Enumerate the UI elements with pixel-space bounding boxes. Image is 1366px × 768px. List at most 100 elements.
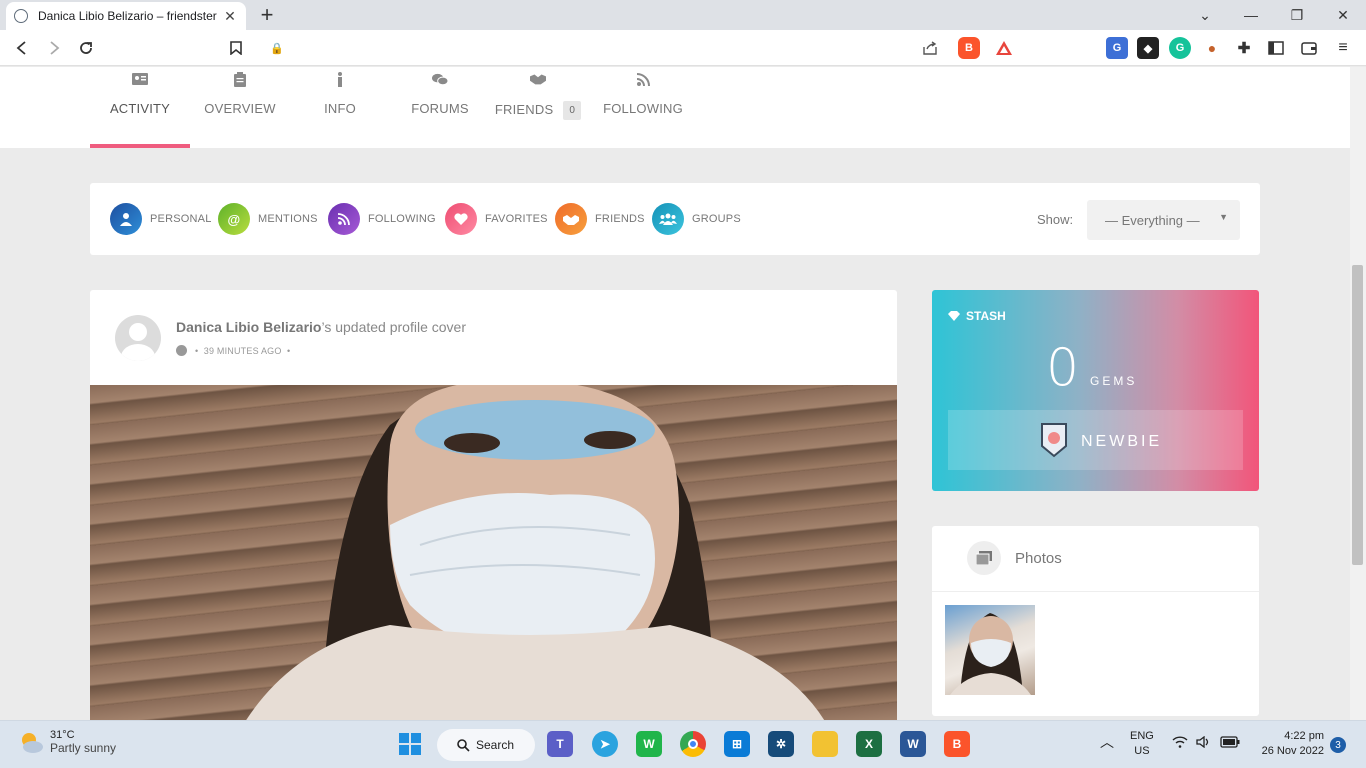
profile-nav: ACTIVITY OVERVIEW INFO FORUMS FRIENDS 0 [0, 67, 1350, 148]
wifi-icon[interactable] [1172, 736, 1188, 753]
photos-divider [932, 591, 1259, 592]
word-icon[interactable]: W [900, 731, 926, 757]
nav-following-label: FOLLOWING [603, 101, 683, 116]
activity-post: Danica Libio Belizario’s updated profile… [90, 290, 897, 720]
page-scrollbar[interactable] [1350, 67, 1366, 720]
reload-button[interactable] [74, 36, 98, 60]
translate-extension-icon[interactable]: G [1106, 37, 1128, 59]
bookmark-icon [230, 41, 242, 55]
bookmark-button[interactable] [224, 36, 248, 60]
volume-icon[interactable] [1196, 735, 1212, 753]
photos-widget: Photos [932, 526, 1259, 716]
taskbar-search[interactable]: Search [437, 729, 535, 761]
wechat-icon[interactable]: W [636, 731, 662, 757]
back-button[interactable] [10, 36, 34, 60]
cover-photo-illustration [246, 385, 825, 720]
new-tab-button[interactable]: + [256, 3, 278, 27]
teams-icon[interactable]: T [547, 731, 573, 757]
search-icon [457, 738, 470, 752]
taskbar-search-label: Search [476, 738, 515, 752]
app-icon[interactable]: ✲ [768, 731, 794, 757]
chevron-down-icon: ▼ [1219, 212, 1228, 222]
address-bar[interactable]: 🔒 [258, 34, 948, 62]
filter-groups[interactable]: GROUPS [652, 203, 741, 235]
handshake-icon [530, 71, 546, 87]
edge-app-icon[interactable]: ⊞ [724, 731, 750, 757]
sidebar-toggle-icon[interactable] [1265, 37, 1287, 59]
filter-personal[interactable]: PERSONAL [110, 203, 212, 235]
temperature: 31°C [50, 729, 75, 741]
excel-icon[interactable]: X [856, 731, 882, 757]
cookie-extension-icon[interactable]: ● [1201, 37, 1223, 59]
group-icon [652, 203, 684, 235]
nav-forums-label: FORUMS [411, 101, 469, 116]
brave-shields-icon[interactable]: B [958, 37, 980, 59]
show-select-value: — Everything — [1105, 212, 1200, 228]
nav-activity-label: ACTIVITY [109, 101, 171, 116]
chrome-icon[interactable] [680, 731, 706, 757]
filter-following[interactable]: FOLLOWING [328, 203, 436, 235]
reload-icon [80, 42, 92, 54]
stash-header: STASH [948, 309, 1006, 323]
filter-favorites[interactable]: FAVORITES [445, 203, 548, 235]
filter-following-label: FOLLOWING [368, 213, 436, 225]
show-label: Show: [1037, 212, 1074, 227]
brave-browser-icon[interactable]: B [944, 731, 970, 757]
wallet-icon[interactable] [1298, 37, 1320, 59]
clock[interactable]: 4:22 pm 26 Nov 2022 [1254, 729, 1324, 759]
tab-search-icon[interactable]: ⌄ [1182, 0, 1228, 30]
minimize-button[interactable]: — [1228, 0, 1274, 30]
brave-rewards-icon[interactable] [993, 37, 1015, 59]
windows-start-icon[interactable] [397, 731, 423, 757]
battery-icon[interactable] [1220, 736, 1240, 753]
nav-info[interactable]: INFO [290, 67, 390, 148]
page-content: ACTIVITY OVERVIEW INFO FORUMS FRIENDS 0 [0, 67, 1350, 720]
nav-activity[interactable]: ACTIVITY [90, 67, 190, 148]
browser-tab-bar: Danica Libio Belizario – friendster ✕ + … [0, 0, 1366, 30]
ninja-extension-icon[interactable]: ◆ [1137, 37, 1159, 59]
language-indicator[interactable]: ENG US [1130, 729, 1154, 759]
nav-friends[interactable]: FRIENDS 0 [490, 67, 586, 148]
post-author-link[interactable]: Danica Libio Belizario [176, 319, 321, 335]
taskbar: 31°C Partly sunny Search T ➤ W ⊞ ✲ X W B… [0, 720, 1366, 768]
id-card-icon [132, 71, 148, 87]
browser-toolbar: 🔒 B G ◆ G ● ✚ ≡ [0, 30, 1366, 66]
share-icon [923, 41, 937, 55]
extensions-puzzle-icon[interactable]: ✚ [1233, 37, 1255, 59]
photos-title: Photos [1015, 550, 1062, 567]
filter-friends[interactable]: FRIENDS [555, 203, 645, 235]
tray-chevron-up-icon[interactable]: ︿ [1100, 735, 1114, 750]
nav-forums[interactable]: FORUMS [390, 67, 490, 148]
lang-line-1: ENG [1130, 730, 1154, 742]
post-cover-photo[interactable] [90, 385, 897, 720]
photo-thumbnail[interactable] [945, 605, 1035, 695]
forward-button[interactable] [42, 36, 66, 60]
filter-mentions[interactable]: @ MENTIONS [218, 203, 318, 235]
maximize-button[interactable]: ❐ [1274, 0, 1320, 30]
site-favicon-icon [14, 9, 28, 23]
file-explorer-icon[interactable] [812, 731, 838, 757]
share-button[interactable] [918, 36, 942, 60]
friends-count-badge: 0 [563, 101, 582, 120]
avatar[interactable] [115, 315, 161, 361]
info-icon [332, 71, 348, 87]
partly-sunny-icon [22, 733, 43, 753]
post-time[interactable]: 39 MINUTES AGO [204, 346, 282, 356]
browser-tab[interactable]: Danica Libio Belizario – friendster ✕ [6, 2, 246, 30]
close-tab-icon[interactable]: ✕ [222, 8, 238, 25]
nav-following[interactable]: FOLLOWING [593, 67, 693, 148]
scrollbar-thumb[interactable] [1352, 265, 1363, 565]
notification-badge[interactable]: 3 [1330, 737, 1346, 753]
chat-bubbles-icon [432, 71, 448, 87]
show-select[interactable]: — Everything — ▼ [1087, 200, 1240, 240]
grammarly-extension-icon[interactable]: G [1169, 37, 1191, 59]
weather-widget[interactable]: 31°C Partly sunny [18, 729, 116, 755]
active-tab-indicator [90, 144, 190, 148]
nav-overview[interactable]: OVERVIEW [190, 67, 290, 148]
filter-groups-label: GROUPS [692, 213, 741, 225]
nav-friends-wrap: FRIENDS 0 [495, 101, 582, 120]
clock-date: 26 Nov 2022 [1261, 745, 1324, 757]
telegram-icon[interactable]: ➤ [592, 731, 618, 757]
close-window-button[interactable]: ✕ [1320, 0, 1366, 30]
menu-icon[interactable]: ≡ [1332, 37, 1354, 59]
